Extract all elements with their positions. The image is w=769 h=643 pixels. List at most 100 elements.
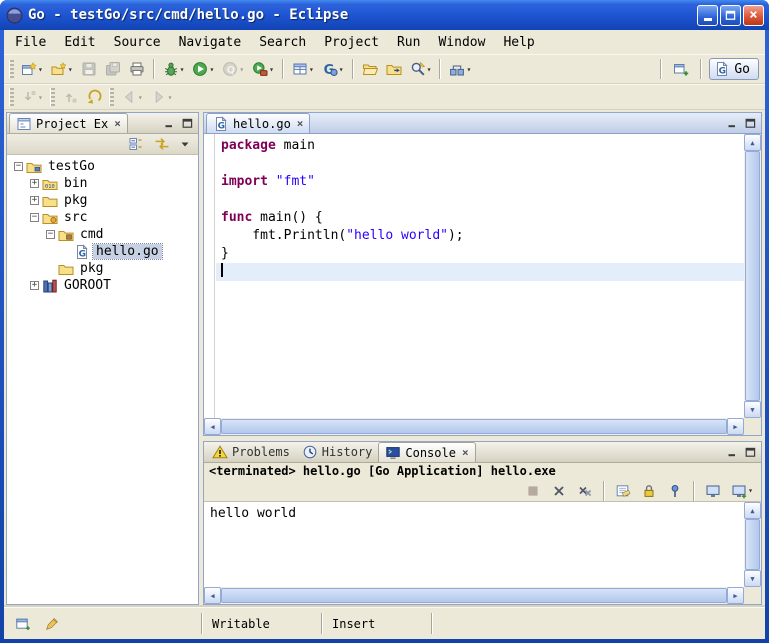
- code-line[interactable]: func main() {: [216, 209, 744, 227]
- scrollbar-thumb[interactable]: [221, 588, 727, 603]
- minimize-button[interactable]: [697, 5, 718, 26]
- last-edit-button[interactable]: [83, 85, 105, 109]
- remove-launch-button[interactable]: [548, 479, 570, 503]
- dropdown-arrow-icon[interactable]: ▾: [209, 65, 214, 74]
- team-button[interactable]: ▾: [446, 57, 474, 81]
- scroll-lock-button[interactable]: [638, 479, 660, 503]
- pin-console-button[interactable]: [664, 479, 686, 503]
- toolbar-grip[interactable]: [9, 60, 14, 78]
- debug-button[interactable]: ▾: [160, 57, 188, 81]
- editor-horizontal-scrollbar[interactable]: ◀ ▶: [204, 418, 744, 435]
- minimize-view-icon[interactable]: [725, 116, 740, 130]
- collapse-icon[interactable]: −: [30, 213, 39, 222]
- dropdown-arrow-icon[interactable]: ▾: [269, 65, 274, 74]
- profile-button[interactable]: Q▾: [219, 57, 247, 81]
- minimize-view-icon[interactable]: [162, 116, 177, 130]
- titlebar[interactable]: Go - testGo/src/cmd/hello.go - Eclipse ×: [0, 0, 769, 30]
- clear-console-button[interactable]: [612, 479, 634, 503]
- scroll-left-icon[interactable]: ◀: [204, 587, 221, 604]
- dropdown-arrow-icon[interactable]: ▾: [309, 65, 314, 74]
- dropdown-arrow-icon[interactable]: ▾: [180, 65, 185, 74]
- close-icon[interactable]: ×: [297, 117, 304, 130]
- run-button[interactable]: ▾: [189, 57, 217, 81]
- scrollbar-thumb[interactable]: [745, 151, 760, 401]
- minimize-view-icon[interactable]: [725, 445, 740, 459]
- perspective-go-button[interactable]: GGo: [709, 58, 759, 80]
- dropdown-arrow-icon[interactable]: ▾: [427, 65, 432, 74]
- code-line[interactable]: }: [216, 245, 744, 263]
- new-wizard-button[interactable]: ▾: [18, 57, 46, 81]
- console-horizontal-scrollbar[interactable]: ◀ ▶: [204, 587, 744, 604]
- remove-all-button[interactable]: [574, 479, 596, 503]
- open-console-button[interactable]: ▾: [728, 479, 756, 503]
- expand-icon[interactable]: +: [30, 179, 39, 188]
- collapse-all-button[interactable]: [125, 132, 147, 156]
- go-build-button[interactable]: ▾: [289, 57, 317, 81]
- print-button[interactable]: [126, 57, 148, 81]
- scroll-right-icon[interactable]: ▶: [727, 418, 744, 435]
- back-button[interactable]: ▾: [118, 85, 146, 109]
- code-line[interactable]: [216, 263, 744, 281]
- collapse-icon[interactable]: −: [14, 162, 23, 171]
- scrollbar-thumb[interactable]: [221, 419, 727, 434]
- menu-search[interactable]: Search: [250, 33, 315, 52]
- tree-item-goroot[interactable]: +GOROOT: [7, 277, 198, 294]
- tree-item-pkg[interactable]: +pkg: [7, 192, 198, 209]
- scroll-left-icon[interactable]: ◀: [204, 418, 221, 435]
- editor-vertical-scrollbar[interactable]: ▲ ▼: [744, 134, 761, 418]
- menu-edit[interactable]: Edit: [55, 33, 104, 52]
- code-line[interactable]: package main: [216, 137, 744, 155]
- tree-item-cmd[interactable]: −cmd: [7, 226, 198, 243]
- dropdown-arrow-icon[interactable]: ▾: [38, 65, 43, 74]
- tree-item-bin[interactable]: +010bin: [7, 175, 198, 192]
- save-button[interactable]: [78, 57, 100, 81]
- close-button[interactable]: ×: [743, 5, 764, 26]
- go-trim-button[interactable]: [41, 612, 63, 636]
- dropdown-arrow-icon[interactable]: ▾: [748, 486, 753, 495]
- tab-history[interactable]: History: [296, 442, 379, 462]
- expand-icon[interactable]: +: [30, 196, 39, 205]
- dropdown-arrow-icon[interactable]: ▾: [239, 65, 244, 74]
- open-folder-button[interactable]: [359, 57, 381, 81]
- close-icon[interactable]: ×: [462, 446, 469, 459]
- scrollbar-thumb[interactable]: [745, 519, 760, 570]
- dropdown-arrow-icon[interactable]: ▾: [466, 65, 471, 74]
- code-line[interactable]: import "fmt": [216, 173, 744, 191]
- search-button[interactable]: ▾: [407, 57, 435, 81]
- collapse-icon[interactable]: −: [46, 230, 55, 239]
- menu-window[interactable]: Window: [429, 33, 494, 52]
- fast-view-button[interactable]: [12, 612, 34, 636]
- dropdown-arrow-icon[interactable]: ▾: [168, 93, 173, 102]
- maximize-view-icon[interactable]: [180, 116, 195, 130]
- scroll-up-icon[interactable]: ▲: [744, 502, 761, 519]
- view-menu-button[interactable]: [177, 132, 193, 156]
- menu-project[interactable]: Project: [315, 33, 388, 52]
- go-tool-button[interactable]: G▾: [319, 57, 347, 81]
- tab-project-explorer[interactable]: Project Ex ×: [9, 113, 128, 133]
- scroll-up-icon[interactable]: ▲: [744, 134, 761, 151]
- expand-icon[interactable]: +: [30, 281, 39, 290]
- toolbar-grip[interactable]: [9, 88, 14, 106]
- maximize-view-icon[interactable]: [743, 445, 758, 459]
- code-line[interactable]: [216, 155, 744, 173]
- editor-code[interactable]: package main import "fmt" func main() { fm…: [216, 134, 744, 418]
- toolbar-grip[interactable]: [50, 88, 55, 106]
- open-perspective-button[interactable]: [670, 57, 692, 81]
- maximize-view-icon[interactable]: [743, 116, 758, 130]
- tab-console[interactable]: Console×: [378, 442, 475, 462]
- scroll-down-icon[interactable]: ▼: [744, 570, 761, 587]
- code-line[interactable]: fmt.Println("hello world");: [216, 227, 744, 245]
- link-editor-button[interactable]: [151, 132, 173, 156]
- forward-button[interactable]: ▾: [148, 85, 176, 109]
- new-folder-button[interactable]: ▾: [48, 57, 76, 81]
- annotation-ruler[interactable]: [204, 134, 215, 418]
- console-vertical-scrollbar[interactable]: ▲ ▼: [744, 502, 761, 587]
- tree-item-testgo[interactable]: −testGo: [7, 158, 198, 175]
- tree-item-src[interactable]: −src: [7, 209, 198, 226]
- scroll-down-icon[interactable]: ▼: [744, 401, 761, 418]
- save-all-button[interactable]: [102, 57, 124, 81]
- dropdown-arrow-icon[interactable]: ▾: [68, 65, 73, 74]
- tab-problems[interactable]: Problems: [206, 442, 296, 462]
- display-selected-button[interactable]: [702, 479, 724, 503]
- menu-help[interactable]: Help: [494, 33, 543, 52]
